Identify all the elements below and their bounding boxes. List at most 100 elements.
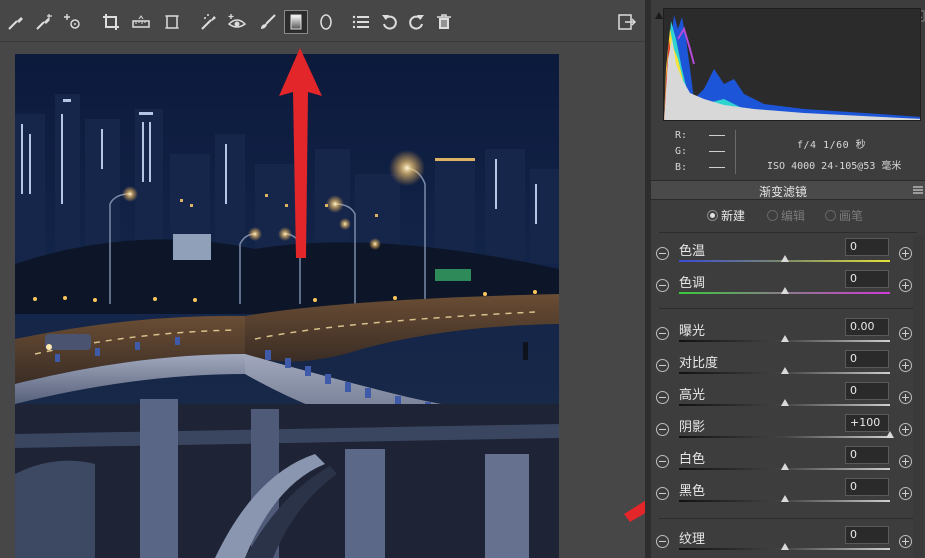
decrease-icon[interactable] bbox=[656, 535, 669, 548]
decrease-icon[interactable] bbox=[656, 423, 669, 436]
slider-row: 高光 0 bbox=[651, 382, 925, 412]
g-readout bbox=[709, 150, 726, 152]
increase-icon[interactable] bbox=[899, 359, 912, 372]
slider-thumb[interactable] bbox=[780, 255, 789, 262]
straighten-icon[interactable] bbox=[131, 12, 151, 32]
decrease-icon[interactable] bbox=[656, 359, 669, 372]
white-balance-icon[interactable] bbox=[6, 12, 26, 32]
slider-label: 高光 bbox=[679, 388, 706, 403]
slider-thumb[interactable] bbox=[780, 287, 789, 294]
slider-value-input[interactable]: +100 bbox=[845, 414, 889, 432]
slider-value-input[interactable]: 0 bbox=[845, 350, 889, 368]
photo-preview[interactable] bbox=[15, 54, 559, 558]
transform-icon[interactable] bbox=[162, 12, 182, 32]
slider-value-input[interactable]: 0 bbox=[845, 382, 889, 400]
panel-menu-icon[interactable] bbox=[913, 185, 923, 195]
color-sampler-icon[interactable] bbox=[34, 12, 54, 32]
slider-row: 色温 0 bbox=[651, 238, 925, 268]
slider-row: 对比度 0 bbox=[651, 350, 925, 380]
increase-icon[interactable] bbox=[899, 423, 912, 436]
slider-label: 阴影 bbox=[679, 420, 706, 435]
decrease-icon[interactable] bbox=[656, 327, 669, 340]
graduated-filter-icon[interactable] bbox=[284, 10, 308, 34]
radial-filter-icon[interactable] bbox=[316, 12, 336, 32]
slider-thumb[interactable] bbox=[780, 367, 789, 374]
slider-thumb[interactable] bbox=[780, 335, 789, 342]
rotate-cw-icon[interactable] bbox=[406, 12, 426, 32]
slider-thumb[interactable] bbox=[780, 495, 789, 502]
slider-label: 对比度 bbox=[679, 356, 719, 371]
separator bbox=[659, 518, 917, 519]
image-preview-area[interactable] bbox=[0, 42, 645, 558]
increase-icon[interactable] bbox=[899, 535, 912, 548]
increase-icon[interactable] bbox=[899, 327, 912, 340]
presets-list-icon[interactable] bbox=[351, 12, 371, 32]
decrease-icon[interactable] bbox=[656, 487, 669, 500]
slider-row: 白色 0 bbox=[651, 446, 925, 476]
open-preferences-icon[interactable] bbox=[617, 12, 637, 32]
mode-edit[interactable]: 编辑 bbox=[767, 207, 805, 224]
target-adjust-icon[interactable] bbox=[63, 12, 83, 32]
slider-label: 黑色 bbox=[679, 484, 706, 499]
delete-icon[interactable] bbox=[434, 12, 454, 32]
slider-row: 阴影 +100 bbox=[651, 414, 925, 444]
slider-row: 色调 0 bbox=[651, 270, 925, 300]
r-readout bbox=[709, 134, 726, 136]
red-eye-icon[interactable] bbox=[227, 12, 247, 32]
slider-label: 纹理 bbox=[679, 532, 706, 547]
increase-icon[interactable] bbox=[899, 391, 912, 404]
night-overpass-photo bbox=[15, 54, 559, 558]
separator bbox=[659, 308, 917, 309]
histogram bbox=[663, 8, 921, 121]
slider-value-input[interactable]: 0 bbox=[845, 270, 889, 288]
slider-row: 黑色 0 bbox=[651, 478, 925, 508]
slider-thumb[interactable] bbox=[780, 543, 789, 550]
slider-value-input[interactable]: 0 bbox=[845, 238, 889, 256]
slider-value-input[interactable]: 0.00 bbox=[845, 318, 889, 336]
b-label: B: bbox=[675, 162, 688, 173]
crop-icon[interactable] bbox=[101, 12, 121, 32]
increase-icon[interactable] bbox=[899, 455, 912, 468]
slider-label: 色温 bbox=[679, 244, 706, 259]
slider-label: 色调 bbox=[679, 276, 706, 291]
slider-value-input[interactable]: 0 bbox=[845, 446, 889, 464]
slider-value-input[interactable]: 0 bbox=[845, 526, 889, 544]
b-readout bbox=[709, 166, 726, 168]
slider-thumb[interactable] bbox=[886, 431, 894, 438]
panel-header: 渐变滤镜 bbox=[651, 180, 925, 200]
panel-title: 渐变滤镜 bbox=[758, 185, 807, 199]
slider-value-input[interactable]: 0 bbox=[845, 478, 889, 496]
increase-icon[interactable] bbox=[899, 247, 912, 260]
r-label: R: bbox=[675, 130, 688, 141]
slider-thumb[interactable] bbox=[780, 463, 789, 470]
camera-info: R: G: B: f/4 1/60 秒 ISO 4000 24-105@53 毫… bbox=[651, 124, 925, 180]
radio-edit[interactable] bbox=[767, 210, 778, 221]
increase-icon[interactable] bbox=[899, 487, 912, 500]
mode-brush[interactable]: 画笔 bbox=[825, 207, 863, 224]
decrease-icon[interactable] bbox=[656, 391, 669, 404]
aperture-shutter: f/4 1/60 秒 bbox=[797, 140, 867, 151]
slider-track[interactable] bbox=[679, 436, 890, 438]
decrease-icon[interactable] bbox=[656, 455, 669, 468]
mode-new[interactable]: 新建 bbox=[707, 207, 745, 224]
increase-icon[interactable] bbox=[899, 279, 912, 292]
radio-new[interactable] bbox=[707, 210, 718, 221]
slider-label: 曝光 bbox=[679, 324, 706, 339]
mode-selector: 新建 编辑 画笔 bbox=[651, 207, 925, 225]
decrease-icon[interactable] bbox=[656, 247, 669, 260]
slider-thumb[interactable] bbox=[780, 399, 789, 406]
camera-raw-window: R: G: B: f/4 1/60 秒 ISO 4000 24-105@53 毫… bbox=[0, 0, 925, 558]
rotate-ccw-icon[interactable] bbox=[380, 12, 400, 32]
separator bbox=[659, 232, 917, 233]
slider-row: 曝光 0.00 bbox=[651, 318, 925, 348]
slider-row: 纹理 0 bbox=[651, 526, 925, 556]
decrease-icon[interactable] bbox=[656, 279, 669, 292]
adjustment-brush-icon[interactable] bbox=[258, 12, 278, 32]
radio-brush[interactable] bbox=[825, 210, 836, 221]
info-separator bbox=[735, 130, 736, 174]
spot-removal-icon[interactable] bbox=[199, 12, 219, 32]
g-label: G: bbox=[675, 146, 688, 157]
slider-label: 白色 bbox=[679, 452, 706, 467]
toolbar bbox=[0, 0, 645, 42]
adjustment-panel: R: G: B: f/4 1/60 秒 ISO 4000 24-105@53 毫… bbox=[651, 0, 925, 558]
